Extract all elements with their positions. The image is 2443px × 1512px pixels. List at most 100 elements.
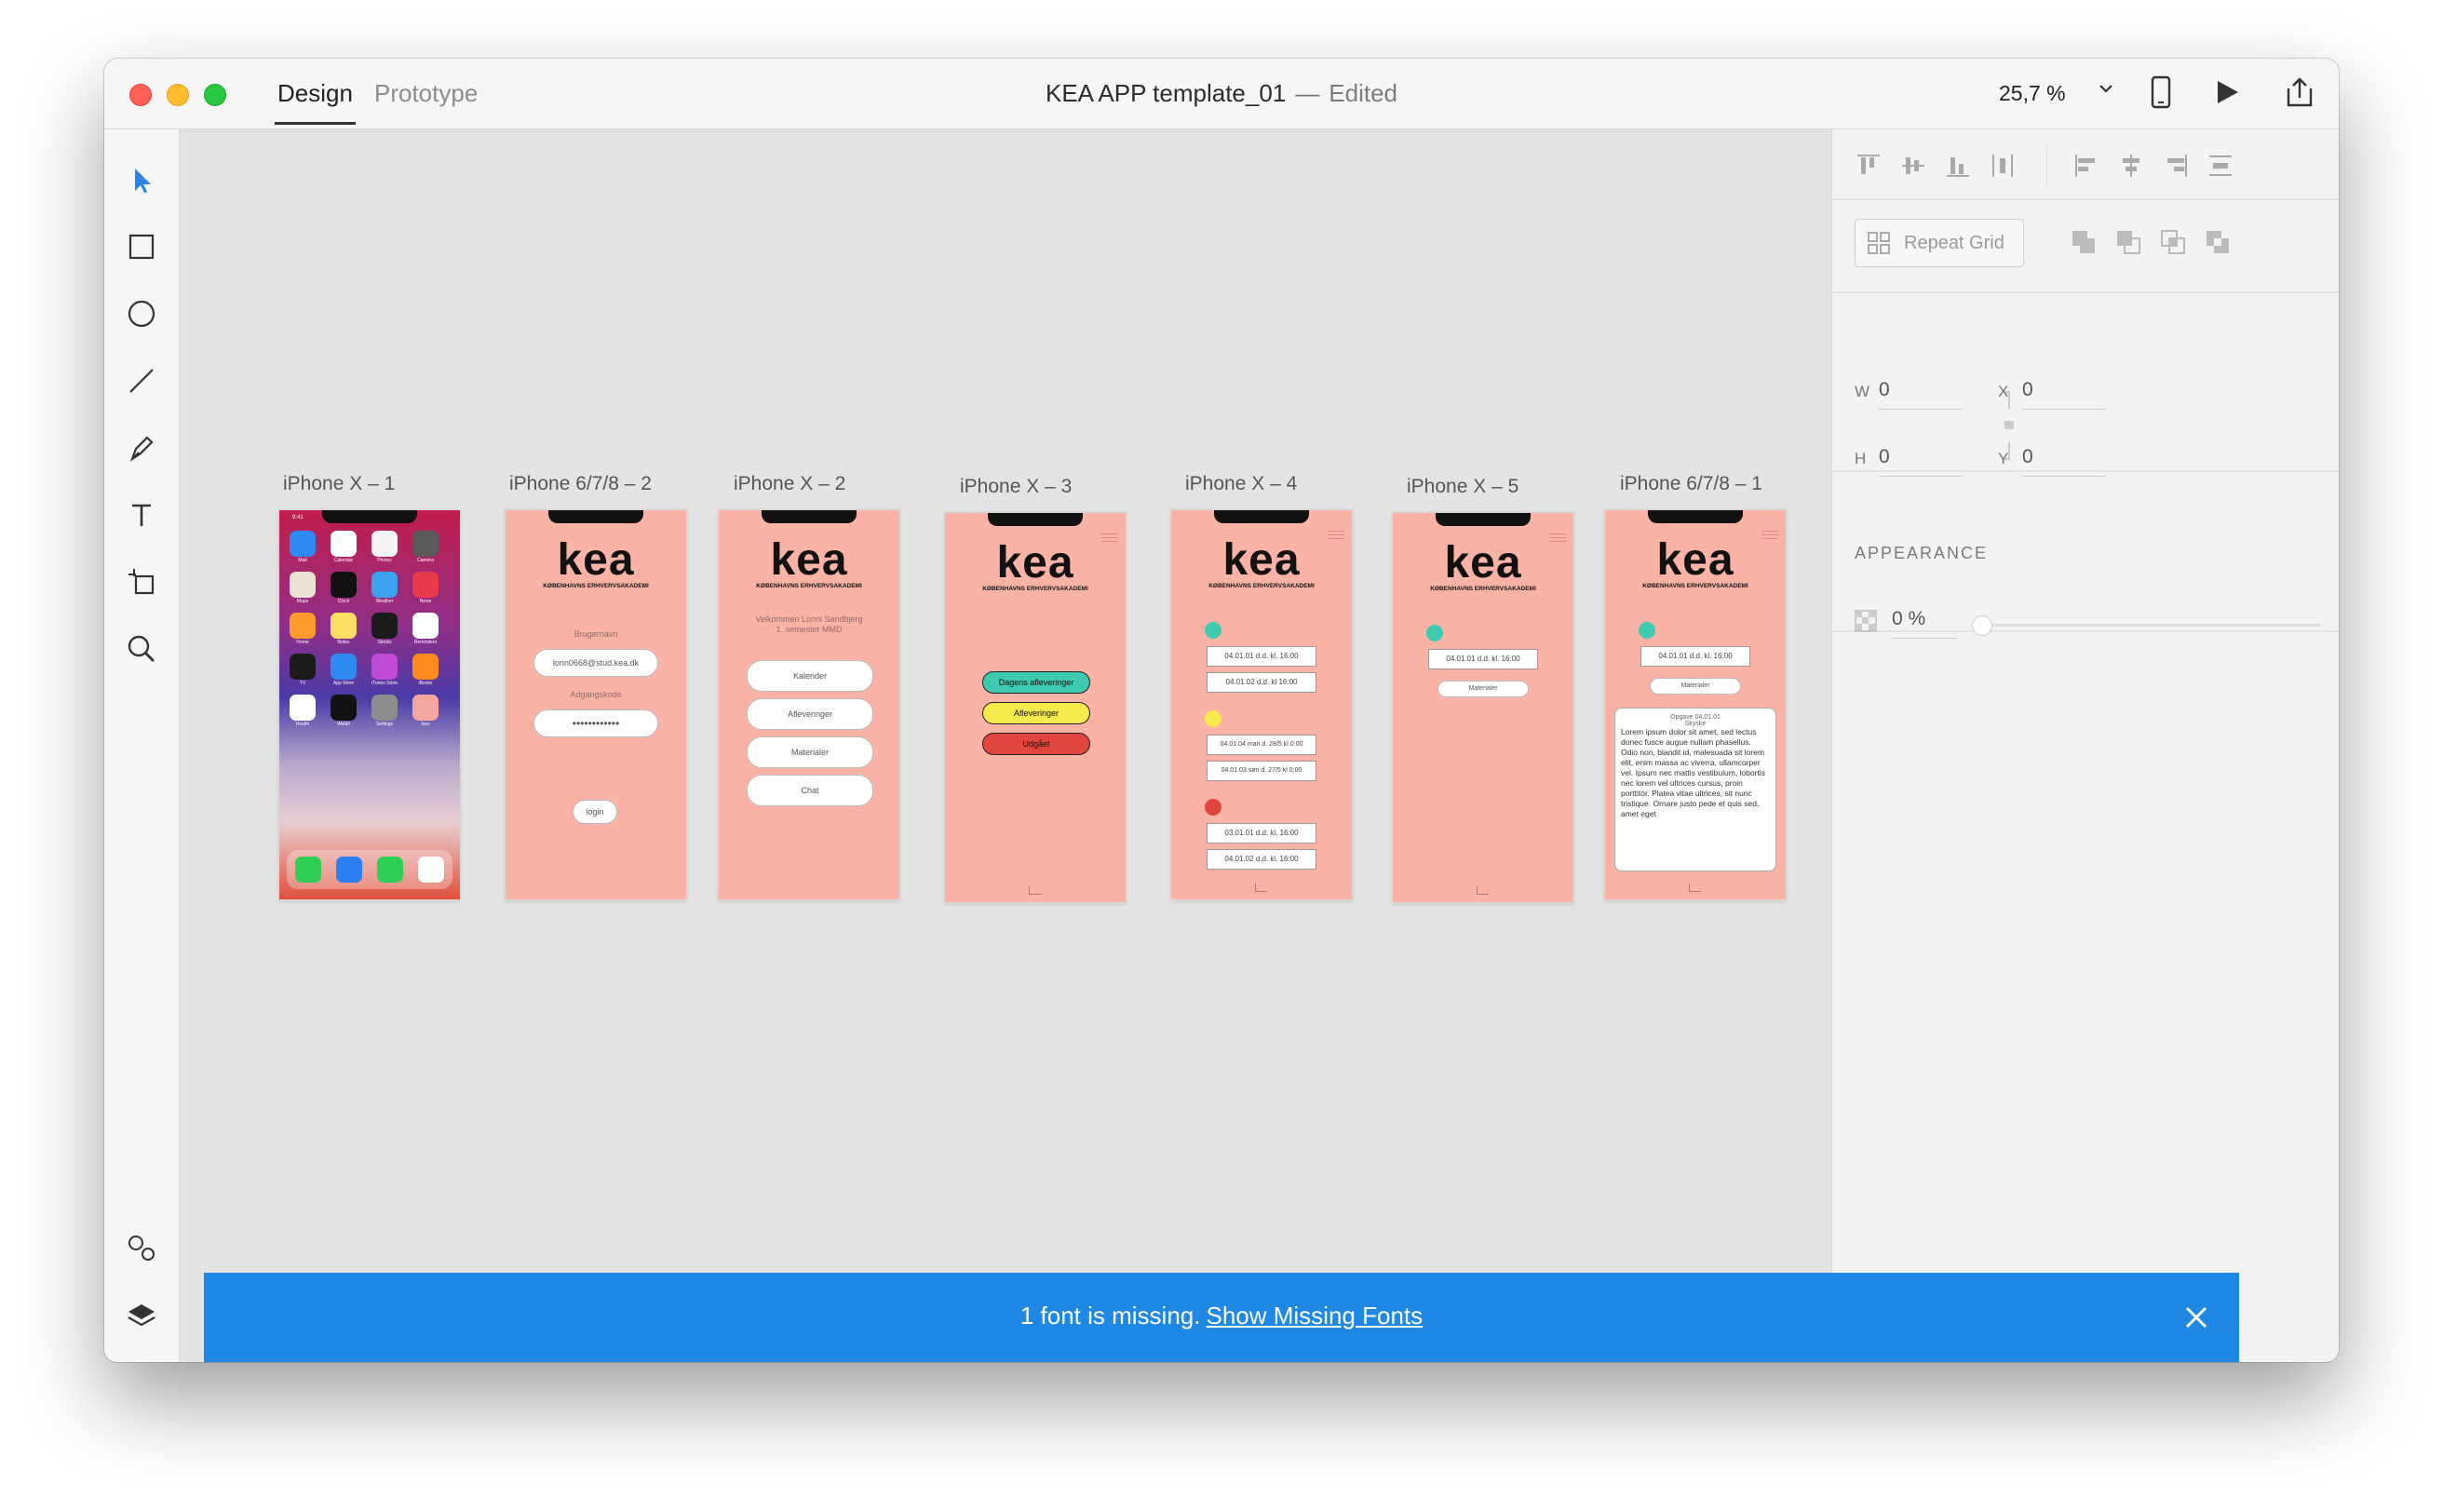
boolean-exclude-icon[interactable] [2204, 228, 2232, 256]
distribute-vertical-icon[interactable] [2207, 152, 2234, 180]
rectangle-icon[interactable] [125, 230, 158, 263]
chevron-down-icon[interactable] [2097, 79, 2115, 98]
artboard-iphone-x-5[interactable]: kea KØBENHAVNS ERHVERVSAKADEMI 04.01.01 … [1393, 513, 1573, 902]
menu-button-kalender[interactable]: Kalender [747, 660, 873, 692]
list-item[interactable]: 04.01.01 d.d. kl. 16:00 [1428, 649, 1538, 669]
align-middle-icon[interactable] [1899, 152, 1927, 180]
opacity-slider-handle[interactable] [1972, 615, 1992, 636]
hamburger-icon[interactable] [1328, 531, 1344, 542]
artboard-label[interactable]: iPhone X – 3 [960, 476, 1072, 498]
username-label: Brugernavn [574, 629, 618, 639]
notch [762, 510, 857, 523]
width-field[interactable]: 0 [1879, 379, 1963, 410]
ios-app-label: Calendar [333, 558, 354, 563]
assignment-card: Opgave 04.01.01 Skyske Lorem ipsum dolor… [1614, 708, 1776, 871]
layers-icon[interactable] [125, 1299, 158, 1332]
username-field[interactable]: lonn0668@stud.kea.dk [533, 649, 658, 677]
kea-logo-subtitle: KØBENHAVNS ERHVERVSAKADEMI [1430, 586, 1536, 592]
list-item[interactable]: 04.01.01 d.d. kl. 16:00 [1640, 646, 1750, 667]
status-button-dagens[interactable]: Dagens afleveringer [982, 671, 1090, 694]
x-field[interactable]: 0 [2022, 379, 2106, 410]
phone-icon [295, 857, 321, 883]
ios-app-label: News [419, 599, 432, 604]
status-button-afleveringer[interactable]: Afleveringer [982, 702, 1090, 724]
repeat-grid-button[interactable]: Repeat Grid [1855, 219, 2024, 267]
opacity-field[interactable]: 0 % [1892, 608, 1957, 639]
hamburger-icon[interactable] [1101, 533, 1118, 545]
ios-app-label: Health [295, 722, 310, 727]
artboard-iphone-x-2[interactable]: kea KØBENHAVNS ERHVERVSAKADEMI Velkommen… [719, 510, 899, 899]
artboard-label[interactable]: iPhone X – 2 [734, 473, 845, 495]
distribute-horizontal-icon[interactable] [1989, 152, 2017, 180]
opacity-slider-track[interactable] [1977, 624, 2321, 627]
back-arrow-icon [1477, 886, 1489, 895]
boolean-intersect-icon[interactable] [2159, 228, 2187, 256]
list-item[interactable]: 04.01.02 d.d. kl 16:00 [1207, 672, 1316, 693]
show-missing-fonts-link[interactable]: Show Missing Fonts [1206, 1302, 1423, 1330]
banner-message: 1 font is missing. Show Missing Fonts [204, 1302, 2239, 1330]
menu-button-materialer[interactable]: Materialer [747, 736, 873, 768]
close-icon[interactable] [2181, 1303, 2211, 1332]
align-bottom-icon[interactable] [1944, 152, 1972, 180]
list-item[interactable]: 04.01.04 man d. 28/5 kl 0:00 [1207, 735, 1316, 755]
artboard-iphone-x-1[interactable]: 9:41 Mail Calendar Photos Camera Maps Clock We… [279, 510, 460, 899]
list-item[interactable]: 04.01.03 søn d. 27/5 kl 0:00 [1207, 761, 1316, 781]
text-icon[interactable] [125, 498, 158, 532]
ios-app-weather-icon [371, 572, 398, 598]
repeat-grid-icon [1868, 232, 1890, 254]
share-icon[interactable] [2283, 75, 2316, 109]
hamburger-icon[interactable] [1549, 533, 1566, 545]
pen-icon[interactable] [125, 431, 158, 465]
artboard-label[interactable]: iPhone 6/7/8 – 2 [509, 473, 652, 495]
ellipse-icon[interactable] [125, 297, 158, 331]
materialer-button[interactable]: Materialer [1650, 678, 1741, 695]
boolean-add-icon[interactable] [2070, 228, 2098, 256]
login-button[interactable]: login [573, 800, 617, 824]
menu-button-afleveringer[interactable]: Afleveringer [747, 698, 873, 730]
ios-app-ibooks-icon [412, 654, 439, 680]
messages-icon [377, 857, 403, 883]
status-button-udgaaet[interactable]: Udgået [982, 733, 1090, 755]
zoom-level[interactable]: 25,7 % [1999, 81, 2066, 106]
align-right-icon[interactable] [2162, 152, 2190, 180]
align-center-icon[interactable] [2117, 152, 2145, 180]
select-icon[interactable] [125, 163, 158, 196]
artboard-label[interactable]: iPhone X – 5 [1407, 476, 1518, 498]
list-item[interactable]: 04.01.02 d.d. kl. 16:00 [1207, 849, 1316, 870]
artboard-label[interactable]: iPhone X – 4 [1185, 473, 1297, 495]
assets-icon[interactable] [125, 1232, 158, 1265]
ios-time: 9:41 [292, 515, 304, 520]
status-dot-red [1205, 799, 1222, 816]
artboard-label[interactable]: iPhone 6/7/8 – 1 [1620, 473, 1762, 495]
x-label: X [1998, 383, 2009, 400]
ios-app-kea-icon [412, 695, 439, 721]
list-item[interactable]: 03.01.01 d.d. kl. 16:00 [1207, 823, 1316, 844]
play-icon[interactable] [2213, 75, 2243, 109]
artboard-iphone-678-2[interactable]: kea KØBENHAVNS ERHVERVSAKADEMI Brugernav… [506, 510, 686, 899]
zoom-icon[interactable] [125, 632, 158, 666]
boolean-subtract-icon[interactable] [2114, 228, 2142, 256]
artboard-iphone-x-3[interactable]: kea KØBENHAVNS ERHVERVSAKADEMI Dagens af… [945, 513, 1126, 902]
artboard-label[interactable]: iPhone X – 1 [283, 473, 395, 495]
align-top-icon[interactable] [1855, 152, 1883, 180]
artboard-icon[interactable] [125, 565, 158, 599]
password-field[interactable]: •••••••••••• [533, 709, 658, 737]
menu-button-chat[interactable]: Chat [747, 775, 873, 806]
ios-app-settings-icon [371, 695, 398, 721]
artboard-iphone-x-4[interactable]: kea KØBENHAVNS ERHVERVSAKADEMI 04.01.01 … [1171, 510, 1352, 899]
list-item[interactable]: 04.01.01 d.d. kl. 16:00 [1207, 646, 1316, 667]
ios-app-news-icon [412, 572, 439, 598]
align-left-icon[interactable] [2072, 152, 2100, 180]
music-icon [418, 857, 444, 883]
ios-app-label: kea [421, 722, 430, 727]
ios-app-camera-icon [412, 531, 439, 557]
device-preview-icon[interactable] [2150, 75, 2172, 109]
artboard-iphone-678-1[interactable]: kea KØBENHAVNS ERHVERVSAKADEMI 04.01.01 … [1605, 510, 1786, 899]
kea-logo-subtitle: KØBENHAVNS ERHVERVSAKADEMI [982, 586, 1088, 592]
hamburger-icon[interactable] [1761, 531, 1778, 542]
ios-app-itunes-store-icon [371, 654, 398, 680]
design-canvas[interactable]: iPhone X – 1 9:41 Mail Calendar Photos Came… [180, 129, 1830, 1362]
line-icon[interactable] [125, 364, 158, 398]
materialer-button[interactable]: Materialer [1437, 681, 1529, 697]
ios-app-reminders-icon [412, 613, 439, 639]
